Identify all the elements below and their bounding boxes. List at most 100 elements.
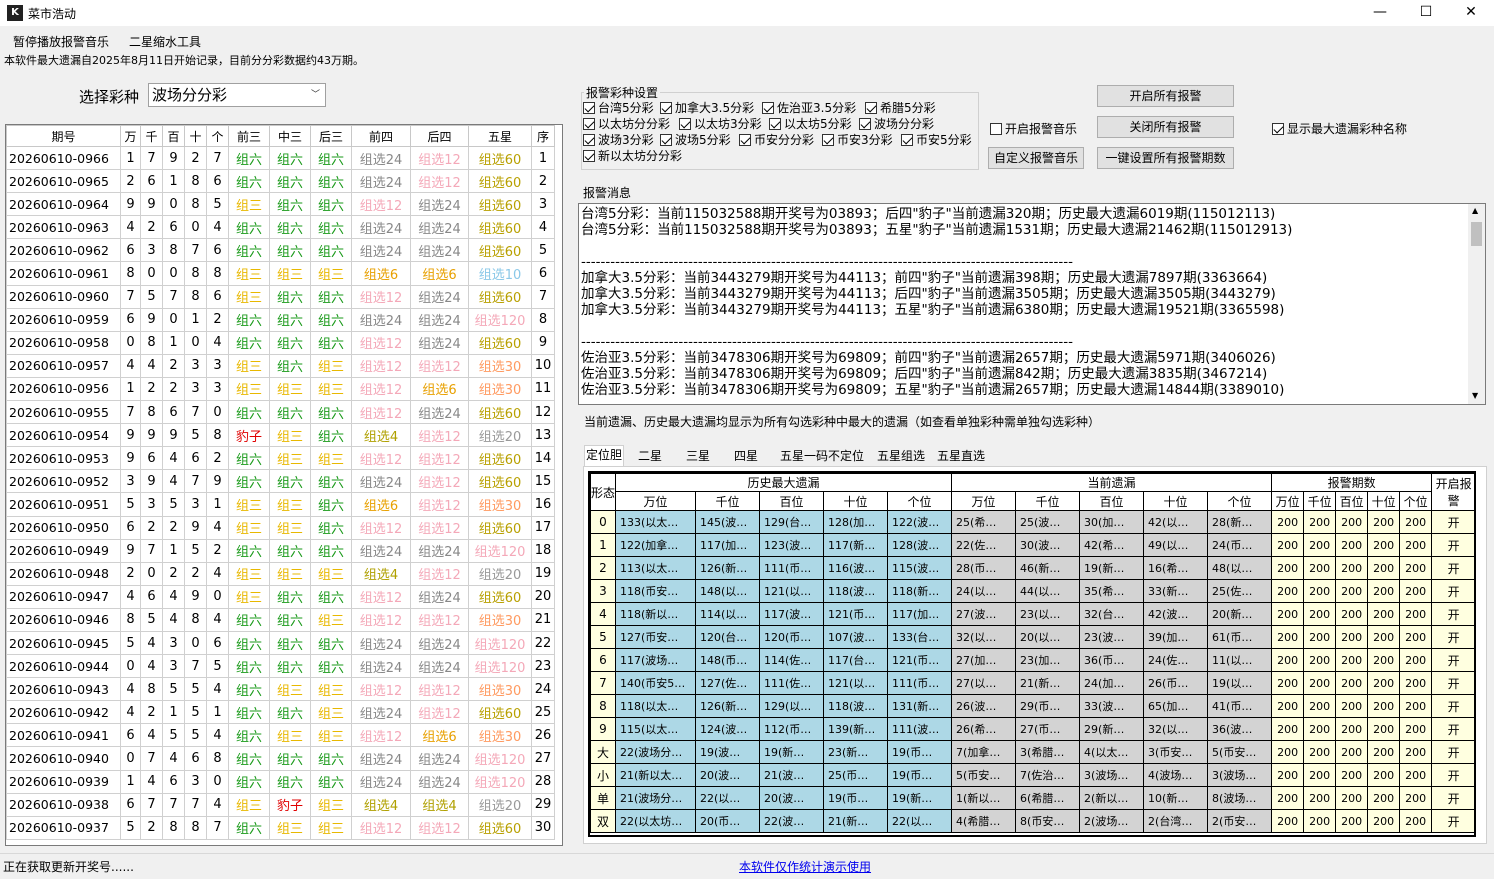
alarm-period-input[interactable]: 200 [1271,602,1305,626]
open-alarm-toggle[interactable]: 开 [1431,786,1474,810]
open-alarm-toggle[interactable]: 开 [1431,625,1474,649]
draw-row[interactable]: 20260610-0940 0 7 4 6 8 组六 组六 组六 组选24 组选24 组选120 27 [6,746,555,771]
tab-6[interactable]: 五星直选 [932,447,990,467]
alarm-period-input[interactable]: 200 [1399,740,1433,764]
alarm-period-input[interactable]: 200 [1335,602,1369,626]
alarm-period-input[interactable]: 200 [1303,533,1337,557]
checkbox-box[interactable] [583,101,595,114]
alarm-lottery-checkbox[interactable]: 以太坊3分彩 [679,115,762,132]
alarm-messages-textbox[interactable]: 台湾5分彩：当前115032588期开奖号为03893；后四"豹子"当前遗漏32… [578,203,1486,405]
alarm-period-input[interactable]: 200 [1303,694,1337,718]
checkbox-box[interactable] [769,117,781,130]
alarm-period-input[interactable]: 200 [1399,510,1433,534]
checkbox-box[interactable] [583,149,595,162]
checkbox-box[interactable] [583,133,595,146]
alarm-period-input[interactable]: 200 [1367,602,1401,626]
draw-row[interactable]: 20260610-0942 4 2 1 5 1 组六 组六 组三 组选24 组选12 组选60 25 [6,700,555,725]
draw-row[interactable]: 20260610-0964 9 9 0 8 5 组三 组六 组六 组选12 组选24 组选60 3 [6,192,555,217]
alarm-period-input[interactable]: 200 [1335,740,1369,764]
alarm-period-input[interactable]: 200 [1399,809,1433,833]
custom-music-button[interactable]: 自定义报警音乐 [988,147,1084,169]
alarm-period-input[interactable]: 200 [1335,809,1369,833]
alarm-period-input[interactable]: 200 [1367,625,1401,649]
alarm-lottery-checkbox[interactable]: 币安3分彩 [822,131,893,148]
draw-row[interactable]: 20260610-0962 6 3 8 7 6 组六 组六 组六 组选24 组选24 组选60 5 [6,238,555,263]
alarm-period-input[interactable]: 200 [1367,717,1401,741]
alarm-period-input[interactable]: 200 [1367,648,1401,672]
alarm-period-input[interactable]: 200 [1367,809,1401,833]
open-alarm-toggle[interactable]: 开 [1431,533,1474,557]
alarm-period-input[interactable]: 200 [1367,579,1401,603]
alarm-period-input[interactable]: 200 [1335,510,1369,534]
alarm-period-input[interactable]: 200 [1335,763,1369,787]
draw-row[interactable]: 20260610-0958 0 8 1 0 4 组六 组六 组六 组选12 组选24 组选60 9 [6,330,555,355]
alarm-period-input[interactable]: 200 [1399,533,1433,557]
open-alarm-toggle[interactable]: 开 [1431,717,1474,741]
checkbox-box[interactable] [762,101,774,114]
alarm-period-input[interactable]: 200 [1367,694,1401,718]
alarm-period-input[interactable]: 200 [1335,648,1369,672]
alarm-period-input[interactable]: 200 [1271,579,1305,603]
alarm-period-input[interactable]: 200 [1271,717,1305,741]
draw-row[interactable]: 20260610-0939 1 4 6 3 0 组六 组六 组六 组选24 组选24 组选120 28 [6,769,555,794]
alarm-period-input[interactable]: 200 [1271,694,1305,718]
alarm-period-input[interactable]: 200 [1335,671,1369,695]
lottery-select[interactable]: 波场分分彩 ﹀ [148,83,326,107]
alarm-period-input[interactable]: 200 [1271,510,1305,534]
alarm-lottery-checkbox[interactable]: 币安分分彩 [739,131,814,148]
alarm-period-input[interactable]: 200 [1399,648,1433,672]
alarm-period-input[interactable]: 200 [1399,556,1433,580]
open-alarm-toggle[interactable]: 开 [1431,809,1474,833]
stop-all-alarm-button[interactable]: 关闭所有报警 [1097,116,1234,138]
alarm-lottery-checkbox[interactable]: 新以太坊分分彩 [583,147,682,164]
draw-row[interactable]: 20260610-0966 1 7 9 2 7 组六 组六 组六 组选24 组选12 组选60 1 [6,145,555,171]
alarm-period-input[interactable]: 200 [1303,717,1337,741]
scroll-thumb[interactable] [1471,222,1482,246]
alarm-period-input[interactable]: 200 [1399,786,1433,810]
draw-row[interactable]: 20260610-0955 7 8 6 7 0 组六 组六 组六 组选12 组选24 组选60 12 [6,400,555,425]
minimize-button[interactable]: — [1357,0,1403,26]
draw-row[interactable]: 20260610-0960 7 5 7 8 6 组三 组六 组六 组选12 组选24 组选60 7 [6,284,555,309]
draw-row[interactable]: 20260610-0965 2 6 1 8 6 组六 组六 组六 组选24 组选12 组选60 2 [6,169,555,194]
open-alarm-toggle[interactable]: 开 [1431,648,1474,672]
draw-row[interactable]: 20260610-0956 1 2 2 3 3 组三 组三 组三 组选12 组选6 组选30 11 [6,376,555,402]
alarm-lottery-checkbox[interactable]: 以太坊5分彩 [769,115,852,132]
alarm-period-input[interactable]: 200 [1335,717,1369,741]
alarm-period-input[interactable]: 200 [1367,763,1401,787]
checkbox-box[interactable] [990,122,1002,135]
alarm-period-input[interactable]: 200 [1303,625,1337,649]
alarm-period-input[interactable]: 200 [1399,602,1433,626]
draw-row[interactable]: 20260610-0945 5 4 3 0 6 组六 组六 组六 组选24 组选24 组选120 22 [6,630,555,656]
alarm-lottery-checkbox[interactable]: 佐治亚3.5分彩 [762,99,856,116]
draw-row[interactable]: 20260610-0946 8 5 4 8 4 组六 组六 组三 组选12 组选12 组选30 21 [6,607,555,632]
checkbox-box[interactable] [583,117,595,130]
alarm-period-input[interactable]: 200 [1399,625,1433,649]
checkbox-box[interactable] [660,133,672,146]
open-alarm-toggle[interactable]: 开 [1431,671,1474,695]
tab-0[interactable]: 定位胆 [584,445,624,467]
tab-3[interactable]: 四星 [728,447,764,467]
open-alarm-toggle[interactable]: 开 [1431,740,1474,764]
alarm-period-input[interactable]: 200 [1399,579,1433,603]
alarm-period-input[interactable]: 200 [1335,579,1369,603]
alarm-lottery-checkbox[interactable]: 台湾5分彩 [583,99,654,116]
draw-row[interactable]: 20260610-0941 6 4 5 5 4 组六 组三 组三 组选12 组选6 组选30 26 [6,723,555,748]
scroll-down-icon[interactable]: ▼ [1472,391,1478,400]
alarm-period-input[interactable]: 200 [1303,763,1337,787]
alarm-period-input[interactable]: 200 [1367,533,1401,557]
alarm-period-input[interactable]: 200 [1271,533,1305,557]
alarm-period-input[interactable]: 200 [1335,786,1369,810]
alarm-period-input[interactable]: 200 [1303,602,1337,626]
checkbox-box[interactable] [901,133,913,146]
scroll-up-icon[interactable]: ▲ [1472,206,1478,215]
alarm-period-input[interactable]: 200 [1367,740,1401,764]
draw-row[interactable]: 20260610-0959 6 9 0 1 2 组六 组六 组六 组选24 组选24 组选120 8 [6,307,555,332]
draw-row[interactable]: 20260610-0957 4 4 2 3 3 组三 组六 组三 组选12 组选12 组选30 10 [6,353,555,378]
open-alarm-toggle[interactable]: 开 [1431,763,1474,787]
alarm-period-input[interactable]: 200 [1367,671,1401,695]
checkbox-box[interactable] [739,133,751,146]
checkbox-box[interactable] [822,133,834,146]
alarm-lottery-checkbox[interactable]: 波场3分彩 [583,131,654,148]
alarm-period-input[interactable]: 200 [1335,694,1369,718]
maximize-button[interactable]: ☐ [1403,0,1449,26]
